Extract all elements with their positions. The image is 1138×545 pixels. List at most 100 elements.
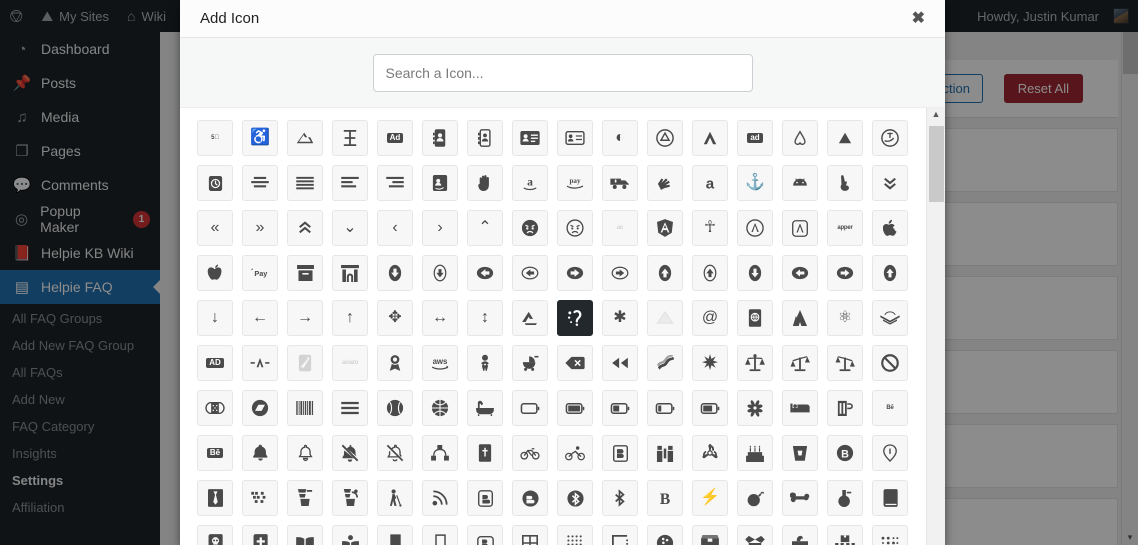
icon-option-arrow-alt-circle-right[interactable] — [557, 255, 593, 291]
icon-option-bookmark[interactable] — [377, 525, 413, 545]
icon-option-bicycle[interactable] — [512, 435, 548, 471]
icon-option-baseball-ball[interactable] — [377, 390, 413, 426]
icon-option-anchor[interactable]: ⚓ — [737, 165, 773, 201]
icon-option-bezier-curve[interactable] — [422, 435, 458, 471]
icon-option-ban[interactable] — [872, 345, 908, 381]
icon-option-algolia[interactable] — [827, 120, 863, 156]
close-icon[interactable]: ✖ — [906, 7, 931, 31]
icon-option-border-style[interactable] — [602, 525, 638, 545]
icon-option-asterisk[interactable]: ✱ — [602, 300, 638, 336]
modal-scrollbar[interactable]: ▲ — [926, 108, 945, 545]
icon-option-airbnb[interactable] — [782, 120, 818, 156]
icon-option-bomb[interactable] — [737, 480, 773, 516]
icon-option-angellist[interactable] — [827, 165, 863, 201]
icon-option-amilia[interactable]: a — [692, 165, 728, 201]
icon-option-arrow-circle-right[interactable] — [827, 255, 863, 291]
icon-option-aviato[interactable]: aviato — [332, 345, 368, 381]
icon-option-amazon-pay-card[interactable] — [422, 165, 458, 201]
icon-option-arrow-alt-circle-up-open[interactable] — [692, 255, 728, 291]
icon-option-black-tie[interactable] — [197, 480, 233, 516]
icon-option-address-card-open[interactable] — [557, 120, 593, 156]
icon-option-arrow-alt-circle-left-open[interactable] — [512, 255, 548, 291]
icon-option-ambulance[interactable] — [602, 165, 638, 201]
icon-option-bath[interactable] — [467, 390, 503, 426]
icon-option-assistive-listening-systems[interactable] — [557, 300, 593, 336]
icon-option-apple[interactable] — [872, 210, 908, 246]
icon-option-bed[interactable] — [782, 390, 818, 426]
icon-option-angle-double-right[interactable]: » — [242, 210, 278, 246]
icon-option-accessible-icon[interactable]: ♿ — [242, 120, 278, 156]
icon-option-braille[interactable] — [872, 525, 908, 545]
icon-option-adjust[interactable]: ◐ — [602, 120, 638, 156]
icon-option-bone[interactable] — [782, 480, 818, 516]
icon-option-angle-double-up[interactable] — [287, 210, 323, 246]
icon-option-artstation[interactable] — [512, 300, 548, 336]
icon-option-barcode[interactable] — [287, 390, 323, 426]
icon-option-book[interactable] — [872, 480, 908, 516]
icon-option-battery-three-quarters[interactable] — [692, 390, 728, 426]
icon-option-alipay[interactable] — [872, 120, 908, 156]
icon-option-balance-scale-left[interactable] — [782, 345, 818, 381]
icon-option-audible[interactable] — [872, 300, 908, 336]
icon-option-arrow-down[interactable]: ↓ — [197, 300, 233, 336]
icon-option-angle-down[interactable]: ⌄ — [332, 210, 368, 246]
icon-option-apple-alt[interactable] — [197, 255, 233, 291]
icon-option-atlas[interactable] — [737, 300, 773, 336]
icon-option-allergies[interactable] — [197, 165, 233, 201]
icon-option-arrows-alt-v[interactable]: ↕ — [467, 300, 503, 336]
icon-option-arrow-alt-circle-down[interactable] — [377, 255, 413, 291]
icon-option-battery-empty[interactable] — [512, 390, 548, 426]
icon-option-birthday-cake[interactable] — [737, 435, 773, 471]
icon-option-adn[interactable] — [647, 120, 683, 156]
icon-option-amazon-pay[interactable]: pay — [557, 165, 593, 201]
icon-option-bowling-ball[interactable] — [647, 525, 683, 545]
icon-option-box[interactable] — [692, 525, 728, 545]
icon-option-baby-carriage[interactable] — [512, 345, 548, 381]
icon-option-bars[interactable] — [332, 390, 368, 426]
icon-option-bolt[interactable]: ⚡ — [692, 480, 728, 516]
icon-option-arrow-alt-circle-up[interactable] — [647, 255, 683, 291]
icon-option-bell-slash[interactable] — [332, 435, 368, 471]
icon-option-book-open[interactable] — [287, 525, 323, 545]
icon-option-bell[interactable] — [242, 435, 278, 471]
icon-option-biking[interactable] — [557, 435, 593, 471]
icon-option-arrow-circle-up[interactable] — [872, 255, 908, 291]
icon-option-border-all[interactable] — [512, 525, 548, 545]
icon-option-align-center[interactable] — [242, 165, 278, 201]
icon-option-affiliatetheme[interactable]: ad — [737, 120, 773, 156]
icon-option-book-medical[interactable] — [242, 525, 278, 545]
icon-option-biohazard[interactable] — [692, 435, 728, 471]
icon-option-archway[interactable] — [332, 255, 368, 291]
icon-option-balance-scale[interactable] — [737, 345, 773, 381]
icon-option-arrow-alt-circle-right-open[interactable] — [602, 255, 638, 291]
icon-option-align-right[interactable] — [377, 165, 413, 201]
icon-option-balance-scale-right[interactable] — [827, 345, 863, 381]
icon-option-beer[interactable] — [827, 390, 863, 426]
icon-option-arrows-alt-h[interactable]: ↔ — [422, 300, 458, 336]
icon-option-bell-open[interactable] — [287, 435, 323, 471]
icon-option-bookmark-open[interactable] — [422, 525, 458, 545]
icon-option-apple-pay[interactable]: Pay — [242, 255, 278, 291]
icon-option-bitcoin[interactable]: B — [827, 435, 863, 471]
icon-option-arrow-left[interactable]: ← — [242, 300, 278, 336]
icon-option-bible[interactable] — [467, 435, 503, 471]
icon-option-asymmetrik[interactable] — [647, 300, 683, 336]
icon-option-address-book-open[interactable] — [467, 120, 503, 156]
icon-option-angry[interactable] — [512, 210, 548, 246]
icon-option-apper[interactable]: apper — [827, 210, 863, 246]
icon-option-behance-square[interactable]: Bē — [197, 435, 233, 471]
icon-option-bong[interactable] — [827, 480, 863, 516]
icon-option-adversal[interactable] — [692, 120, 728, 156]
icon-option-at[interactable]: @ — [692, 300, 728, 336]
icon-option-atlassian[interactable] — [782, 300, 818, 336]
icon-option-angrycreative[interactable]: ac — [602, 210, 638, 246]
icon-option-blender-phone[interactable] — [332, 480, 368, 516]
icon-option-bahai[interactable] — [692, 345, 728, 381]
icon-option-angle-double-left[interactable]: « — [197, 210, 233, 246]
icon-option-backspace[interactable] — [557, 345, 593, 381]
icon-option-box-open[interactable] — [737, 525, 773, 545]
icon-option-accusoft[interactable] — [287, 120, 323, 156]
icon-option-amazon[interactable]: a — [512, 165, 548, 201]
icon-option-bandcamp[interactable] — [242, 390, 278, 426]
icon-option-angle-right[interactable]: › — [422, 210, 458, 246]
